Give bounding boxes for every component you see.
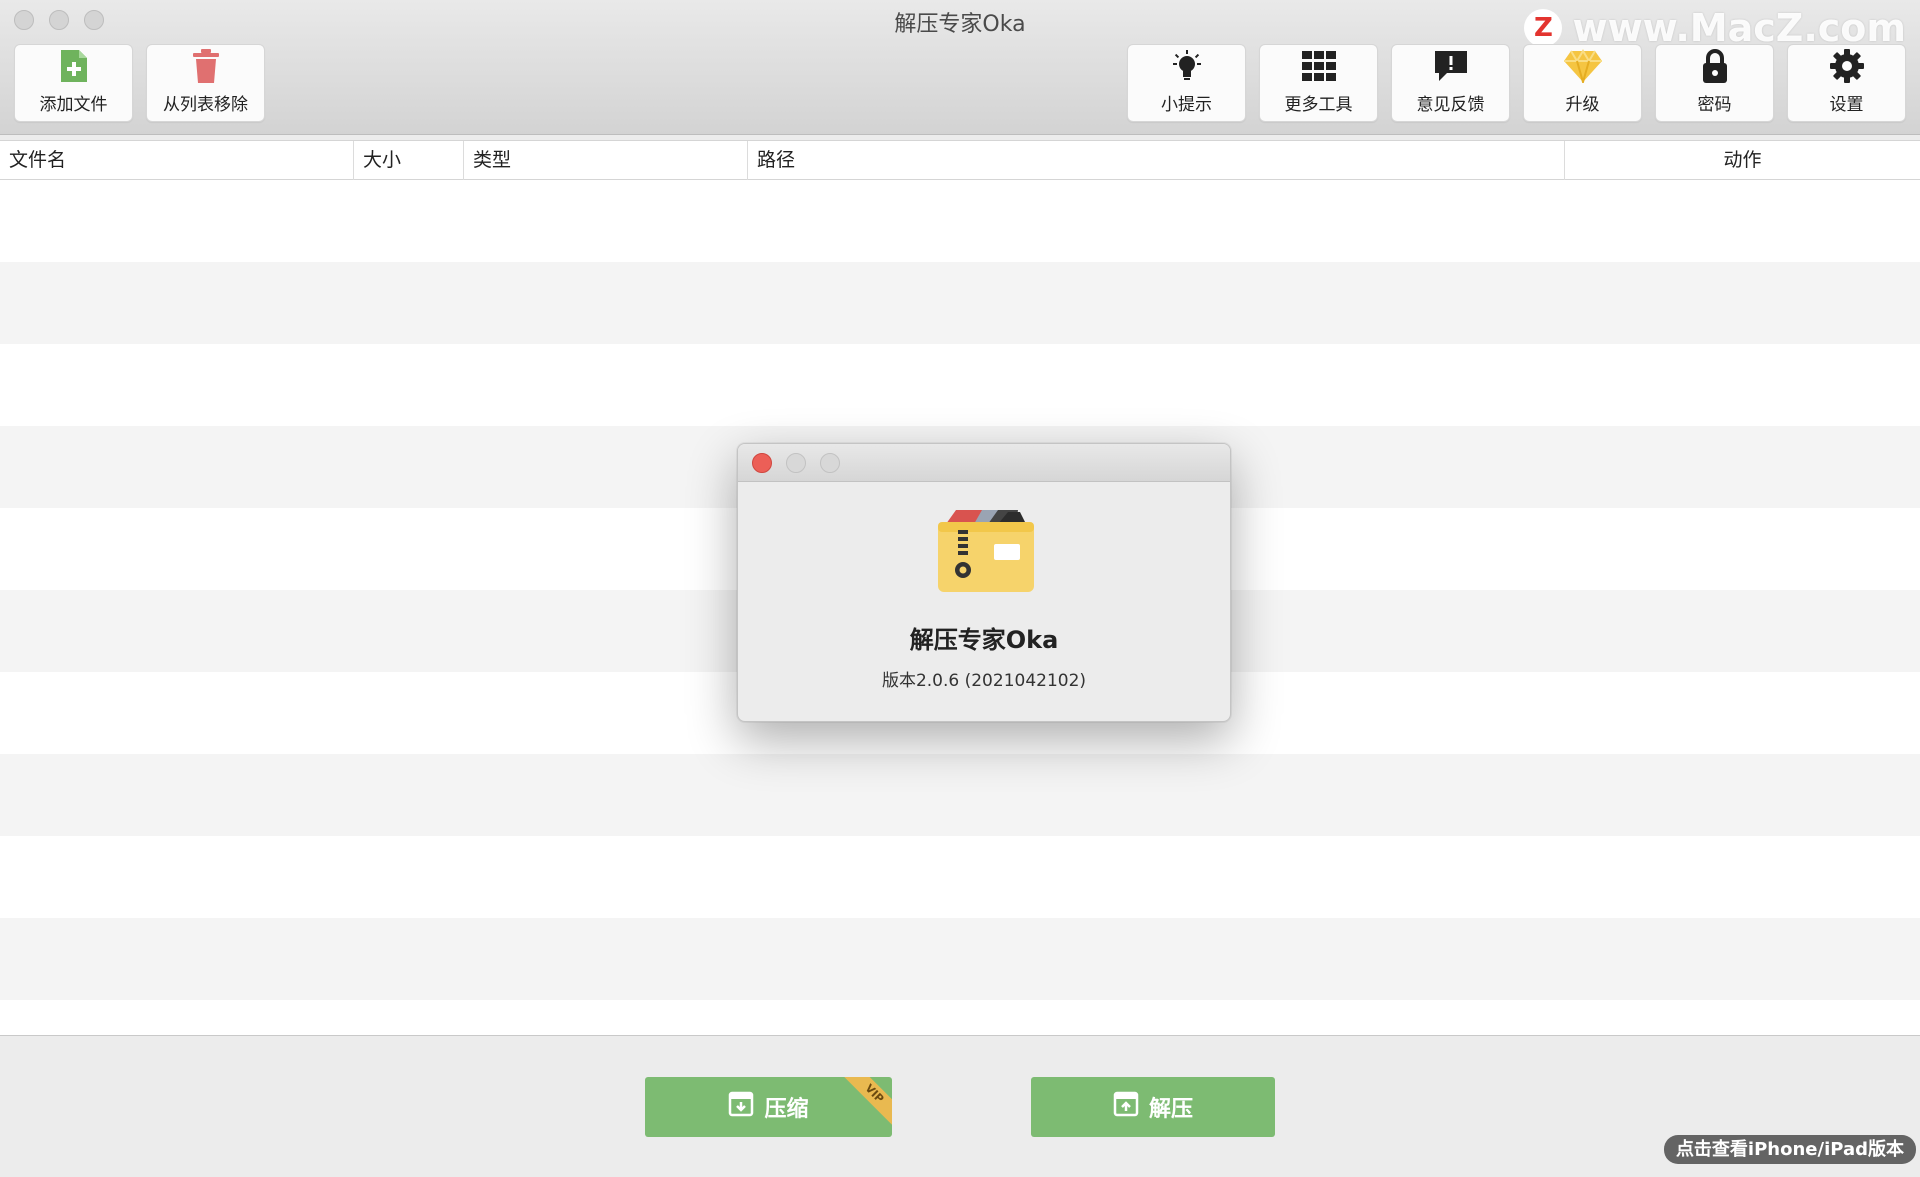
trash-icon — [191, 46, 221, 86]
about-app-name: 解压专家Oka — [909, 626, 1059, 654]
extract-label: 解压 — [1148, 1097, 1193, 1122]
tips-label: 小提示 — [1161, 95, 1212, 115]
vip-badge: VIP — [839, 1077, 892, 1129]
remove-from-list-button[interactable]: 从列表移除 — [146, 44, 265, 122]
about-titlebar — [738, 444, 1230, 482]
settings-button[interactable]: 设置 — [1787, 44, 1906, 122]
feedback-button[interactable]: 意见反馈 — [1391, 44, 1510, 122]
compress-icon — [728, 1091, 754, 1123]
about-window-controls — [752, 453, 840, 473]
feedback-label: 意见反馈 — [1416, 95, 1485, 115]
table-row — [0, 262, 1920, 344]
table-row — [0, 836, 1920, 918]
about-minimize-button — [786, 453, 806, 473]
upgrade-label: 升级 — [1565, 95, 1600, 115]
file-table-header: 文件名 大小 类型 路径 动作 — [0, 140, 1920, 181]
add-file-icon — [59, 46, 89, 86]
lock-icon — [1700, 46, 1730, 86]
more-tools-label: 更多工具 — [1284, 95, 1353, 115]
password-label: 密码 — [1697, 95, 1732, 115]
compress-button[interactable]: 压缩 VIP — [645, 1077, 892, 1137]
column-action[interactable]: 动作 — [1564, 141, 1920, 181]
watermark-logo: Z — [1524, 9, 1563, 47]
app-icon — [936, 506, 1034, 598]
add-file-label: 添加文件 — [39, 95, 108, 115]
about-zoom-button — [820, 453, 840, 473]
settings-label: 设置 — [1829, 95, 1864, 115]
about-dialog: 解压专家Oka 版本2.0.6 (2021042102) — [737, 443, 1231, 722]
about-close-button[interactable] — [752, 453, 772, 473]
more-tools-button[interactable]: 更多工具 — [1259, 44, 1378, 122]
compress-label: 压缩 — [764, 1097, 809, 1122]
upgrade-button[interactable]: 升级 — [1523, 44, 1642, 122]
column-size[interactable]: 大小 — [353, 141, 463, 181]
column-filename[interactable]: 文件名 — [0, 141, 353, 181]
gear-icon — [1829, 46, 1865, 86]
table-row — [0, 344, 1920, 426]
add-file-button[interactable]: 添加文件 — [14, 44, 133, 122]
table-row — [0, 1000, 1920, 1035]
table-row — [0, 180, 1920, 262]
table-row — [0, 918, 1920, 1000]
column-type[interactable]: 类型 — [463, 141, 747, 181]
toolbar: 解压专家Oka Z www.MacZ.com 添加文件 从列表移除 小提示 更多… — [0, 0, 1920, 135]
password-button[interactable]: 密码 — [1655, 44, 1774, 122]
about-version: 版本2.0.6 (2021042102) — [881, 671, 1087, 691]
tips-button[interactable]: 小提示 — [1127, 44, 1246, 122]
iphone-ipad-version-link[interactable]: 点击查看iPhone/iPad版本 — [1663, 1135, 1916, 1164]
column-path[interactable]: 路径 — [747, 141, 1564, 181]
lightbulb-icon — [1169, 46, 1205, 86]
extract-icon — [1113, 1091, 1139, 1123]
feedback-icon — [1433, 46, 1469, 86]
table-row — [0, 754, 1920, 836]
extract-button[interactable]: 解压 — [1031, 1077, 1275, 1137]
diamond-icon — [1563, 46, 1603, 86]
grid-icon — [1301, 46, 1336, 86]
remove-from-list-label: 从列表移除 — [163, 95, 248, 115]
